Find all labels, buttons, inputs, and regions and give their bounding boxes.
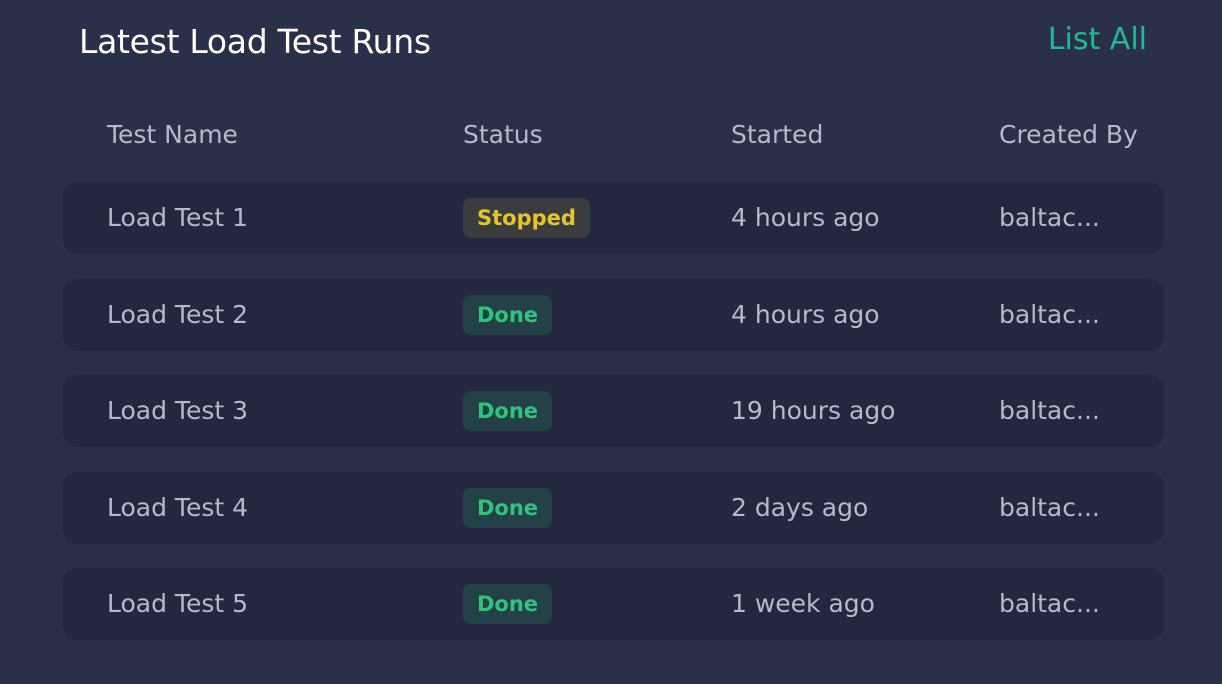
created-by: baltac... <box>999 589 1100 618</box>
table-row[interactable]: Load Test 5 Done 1 week ago baltac... <box>63 568 1164 640</box>
status-badge: Done <box>463 295 553 335</box>
column-header-test-name[interactable]: Test Name <box>107 120 238 149</box>
test-name[interactable]: Load Test 4 <box>107 472 248 544</box>
table-row[interactable]: Load Test 2 Done 4 hours ago baltac... <box>63 279 1164 351</box>
created-by: baltac... <box>999 300 1100 329</box>
started-time: 1 week ago <box>731 589 875 618</box>
section-header: Latest Load Test Runs List All <box>79 18 1147 68</box>
section-title: Latest Load Test Runs <box>79 22 431 61</box>
column-header-started[interactable]: Started <box>731 120 823 149</box>
test-name[interactable]: Load Test 3 <box>107 375 248 447</box>
column-header-status[interactable]: Status <box>463 120 543 149</box>
status-badge: Done <box>463 391 553 431</box>
started-time: 4 hours ago <box>731 203 880 232</box>
created-by: baltac... <box>999 396 1100 425</box>
created-by: baltac... <box>999 493 1100 522</box>
status-badge: Done <box>463 584 553 624</box>
status-badge: Done <box>463 488 553 528</box>
table-row[interactable]: Load Test 4 Done 2 days ago baltac... <box>63 472 1164 544</box>
status-badge: Stopped <box>463 198 590 238</box>
test-name[interactable]: Load Test 2 <box>107 279 248 351</box>
started-time: 2 days ago <box>731 493 869 522</box>
list-all-link[interactable]: List All <box>1048 22 1147 57</box>
table-row[interactable]: Load Test 1 Stopped 4 hours ago baltac... <box>63 182 1164 254</box>
column-header-created-by[interactable]: Created By <box>999 120 1138 149</box>
test-name[interactable]: Load Test 5 <box>107 568 248 640</box>
table-row[interactable]: Load Test 3 Done 19 hours ago baltac... <box>63 375 1164 447</box>
test-name[interactable]: Load Test 1 <box>107 182 248 254</box>
started-time: 4 hours ago <box>731 300 880 329</box>
started-time: 19 hours ago <box>731 396 896 425</box>
created-by: baltac... <box>999 203 1100 232</box>
